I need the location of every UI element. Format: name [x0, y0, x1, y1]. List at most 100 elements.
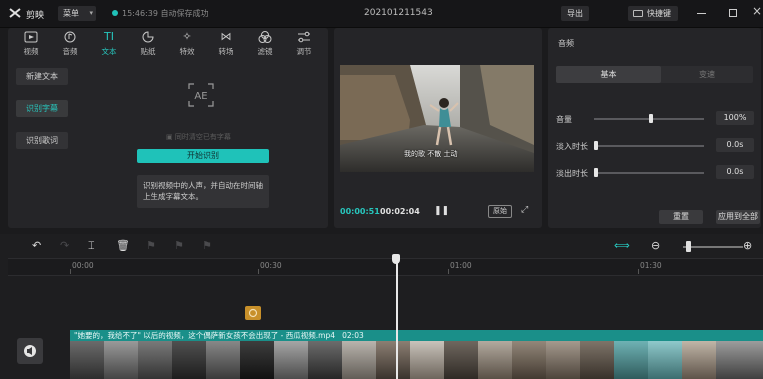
fade-in-label: 淡入时长 — [556, 142, 588, 151]
menu-button[interactable]: 菜单 ▾ — [58, 6, 96, 21]
panel-title: 音频 — [558, 39, 574, 48]
volume-value[interactable]: 100% — [716, 111, 754, 125]
timeline-ruler[interactable]: 00:00 00:30 01:00 01:30 — [8, 258, 763, 276]
tab-label: 贴纸 — [140, 47, 156, 56]
timeline-panel: ↶ ↷ ⌶ 🗑 ⚑ ⚑ ⚑ ⟺ ⊖ ⊕ 00:00 00:30 01:00 01… — [0, 234, 763, 379]
tab-basic[interactable]: 基本 — [556, 66, 661, 83]
sidebar-item-recognize-lyrics[interactable]: 识别歌词 — [16, 132, 68, 149]
video-subtitle: 我的歌 不散 土动 — [404, 150, 458, 158]
filter-icon — [258, 31, 272, 43]
music-clip-marker[interactable] — [245, 306, 261, 320]
clip-duration: 02:03 — [342, 331, 364, 340]
music-icon — [248, 308, 258, 318]
tab-filter[interactable]: 滤镜 — [248, 28, 282, 58]
zoom-in-icon[interactable]: ⊕ — [743, 239, 752, 252]
snap-icon[interactable]: ⟺ — [614, 239, 630, 252]
clip-thumbnail — [342, 341, 376, 379]
tab-adjust[interactable]: 调节 — [287, 28, 321, 58]
tab-effects[interactable]: ✧ 特效 — [170, 28, 204, 58]
clip-thumbnail — [512, 341, 546, 379]
sidebar-item-new-text[interactable]: 新建文本 — [16, 68, 68, 85]
speaker-icon — [24, 345, 36, 357]
minimize-icon[interactable] — [697, 13, 706, 14]
audio-icon — [64, 31, 76, 43]
fade-out-slider[interactable] — [594, 172, 704, 174]
scan-text-icon: AE — [188, 83, 214, 107]
text-icon: TI — [104, 30, 114, 43]
sidebar-item-recognize-subtitle[interactable]: 识别字幕 — [16, 100, 68, 117]
start-recognize-button[interactable]: 开始识别 — [137, 149, 269, 163]
close-icon[interactable]: × — [752, 4, 762, 18]
reverse-icon[interactable]: ⚑ — [202, 239, 212, 252]
clip-title-bar[interactable]: "她要的，我给不了" 以后的视频，这个偶萨新女孩不会出现了 - 西瓜视频.mp4… — [70, 330, 763, 341]
delete-icon[interactable]: 🗑 — [116, 239, 130, 252]
pause-icon[interactable]: ❚❚ — [434, 206, 449, 216]
fade-out-slider-thumb[interactable] — [594, 168, 598, 177]
reset-button[interactable]: 重置 — [659, 210, 703, 224]
player-panel: 我的歌 不散 土动 00:00:51 00:02:04 ❚❚ 原始 ⤢ — [334, 28, 542, 228]
clip-thumbnail — [138, 341, 172, 379]
clear-existing-option[interactable]: ▣ 同时清空已有字幕 — [166, 132, 231, 142]
ruler-tick — [70, 269, 71, 274]
tab-video[interactable]: 视频 — [14, 28, 48, 58]
tab-label: 特效 — [179, 47, 195, 56]
sticker-icon — [142, 31, 154, 43]
volume-slider-thumb[interactable] — [649, 114, 654, 123]
tab-label: 文本 — [101, 47, 117, 56]
project-title: 202101211543 — [364, 8, 433, 18]
tab-label: 转场 — [218, 47, 234, 56]
tab-label: 调节 — [296, 47, 312, 56]
clip-thumbnail — [478, 341, 512, 379]
original-ratio-button[interactable]: 原始 — [488, 205, 512, 218]
split-icon[interactable]: ⌶ — [88, 239, 95, 253]
tab-audio[interactable]: 音频 — [53, 28, 87, 58]
properties-panel: 音频 基本 变速 音量 100% 淡入时长 0.0s 淡出时长 0.0s 重置 … — [548, 28, 761, 228]
tab-label: 视频 — [23, 47, 39, 56]
clip-thumbnail — [546, 341, 580, 379]
tab-speed[interactable]: 变速 — [661, 66, 753, 83]
video-clip-thumbnails[interactable] — [70, 341, 763, 379]
effects-icon: ✧ — [182, 30, 192, 43]
menu-label: 菜单 — [63, 9, 79, 18]
apply-all-button[interactable]: 应用到全部 — [716, 210, 760, 224]
undo-icon[interactable]: ↶ — [32, 239, 41, 252]
maximize-icon[interactable] — [729, 9, 737, 17]
clip-thumbnail — [716, 341, 763, 379]
clip-thumbnail — [240, 341, 274, 379]
redo-icon[interactable]: ↷ — [60, 239, 69, 252]
freeze-icon[interactable]: ⚑ — [174, 239, 184, 252]
shortcut-label: 快捷键 — [647, 9, 671, 18]
fade-out-value[interactable]: 0.0s — [716, 165, 754, 179]
keyboard-icon — [633, 10, 643, 17]
marker-icon[interactable]: ⚑ — [146, 239, 156, 252]
fade-in-value[interactable]: 0.0s — [716, 138, 754, 152]
shortcut-button[interactable]: 快捷键 — [628, 6, 678, 21]
fade-in-slider-thumb[interactable] — [594, 141, 598, 150]
zoom-slider-thumb[interactable] — [685, 241, 691, 252]
save-status-dot — [112, 10, 118, 16]
ruler-label: 00:30 — [260, 261, 282, 270]
top-bar: 剪映 菜单 ▾ 15:46:39 自动保存成功 202101211543 导出 快… — [0, 0, 763, 28]
clip-thumbnail — [580, 341, 614, 379]
clip-thumbnail — [308, 341, 342, 379]
clip-thumbnail — [172, 341, 206, 379]
clear-existing-label: 同时清空已有字幕 — [174, 133, 231, 141]
tab-label: 滤镜 — [257, 47, 273, 56]
track-audio-toggle[interactable] — [17, 338, 43, 364]
fullscreen-icon[interactable]: ⤢ — [521, 205, 528, 215]
zoom-slider[interactable] — [683, 246, 743, 248]
transition-icon: ⋈ — [220, 30, 232, 43]
tab-text[interactable]: TI 文本 — [92, 28, 126, 58]
volume-label: 音量 — [556, 115, 572, 124]
playhead[interactable] — [396, 256, 398, 379]
app-logo-icon — [9, 8, 21, 18]
export-button[interactable]: 导出 — [561, 6, 589, 21]
clip-thumbnail — [376, 341, 410, 379]
tab-label: 音频 — [62, 47, 78, 56]
tab-transition[interactable]: ⋈ 转场 — [209, 28, 243, 58]
tab-sticker[interactable]: 贴纸 — [131, 28, 165, 58]
zoom-out-icon[interactable]: ⊖ — [651, 239, 660, 252]
clip-thumbnail — [70, 341, 104, 379]
clip-thumbnail — [274, 341, 308, 379]
fade-in-slider[interactable] — [594, 145, 704, 147]
